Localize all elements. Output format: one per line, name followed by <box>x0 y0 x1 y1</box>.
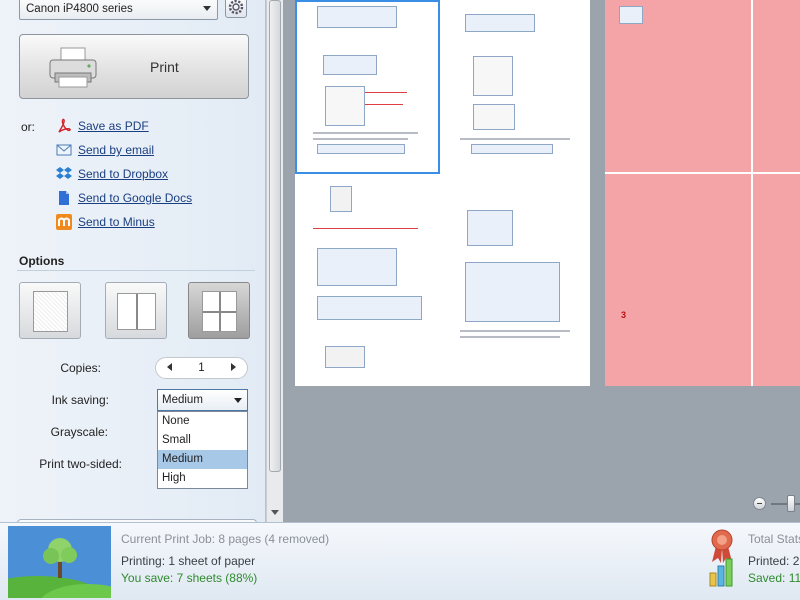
printer-select[interactable]: Canon iP4800 series <box>19 0 218 20</box>
send-by-email-label: Send by email <box>78 143 155 157</box>
page-thumbnail-screenshot <box>619 6 643 24</box>
page-thumbnail-screenshot <box>465 262 560 322</box>
ink-saving-select[interactable]: Medium <box>157 389 248 411</box>
page-thumbnail-screenshot <box>473 104 515 130</box>
printer-icon <box>49 47 97 88</box>
status-bar: Current Print Job: 8 pages (4 removed) P… <box>0 522 800 600</box>
one-page-layout-button[interactable] <box>19 282 81 339</box>
page-thumbnail-screenshot <box>325 346 365 368</box>
email-icon <box>56 144 72 156</box>
page-divider <box>605 172 800 174</box>
send-to-google-docs-label: Send to Google Docs <box>78 191 193 205</box>
printer-settings-button[interactable] <box>225 0 247 18</box>
send-by-email-link[interactable]: Send by email <box>56 141 154 159</box>
two-page-layout-icon <box>117 293 156 330</box>
copies-stepper[interactable]: 1 <box>155 357 248 379</box>
or-label: or: <box>21 120 36 134</box>
send-to-dropbox-label: Send to Dropbox <box>78 167 169 181</box>
ink-option-medium[interactable]: Medium <box>158 450 247 469</box>
page-thumbnail-screenshot <box>330 186 352 212</box>
save-as-pdf-label: Save as PDF <box>78 119 149 133</box>
page-thumbnail-screenshot <box>467 210 513 246</box>
copies-label: Copies: <box>60 361 101 375</box>
saved-count-text: Saved: 11 <box>748 571 800 585</box>
printing-text: Printing: 1 sheet of paper <box>121 554 256 568</box>
send-to-google-docs-link[interactable]: Send to Google Docs <box>56 189 192 207</box>
annotation-line <box>313 228 418 229</box>
send-to-minus-label: Send to Minus <box>78 215 155 229</box>
scroll-down-arrow-icon[interactable] <box>271 510 279 515</box>
page-number: 3 <box>621 310 627 320</box>
increment-icon[interactable] <box>231 363 236 371</box>
ink-saving-dropdown: None Small Medium High <box>157 411 248 489</box>
google-docs-icon <box>59 191 69 205</box>
one-page-layout-icon <box>33 291 68 332</box>
options-title: Options <box>19 254 65 268</box>
zoom-slider-track[interactable] <box>771 503 800 505</box>
total-stats-title: Total Stats <box>748 532 800 546</box>
panel-scrollbar[interactable] <box>266 0 283 522</box>
text-line <box>460 336 560 338</box>
page-thumbnail-screenshot <box>317 248 397 286</box>
print-preview: 3 <box>283 0 800 522</box>
four-page-layout-button[interactable] <box>188 282 250 339</box>
save-as-pdf-link[interactable]: Save as PDF <box>56 117 149 135</box>
printer-select-value: Canon iP4800 series <box>26 3 133 15</box>
pdf-icon <box>58 118 71 133</box>
send-to-dropbox-link[interactable]: Send to Dropbox <box>56 165 168 183</box>
you-save-text: You save: 7 sheets (88%) <box>121 571 258 585</box>
ink-option-high[interactable]: High <box>158 469 247 488</box>
two-page-layout-button[interactable] <box>105 282 167 339</box>
print-button[interactable]: Print <box>19 34 249 99</box>
print-button-label: Print <box>150 59 179 75</box>
grayscale-label: Grayscale: <box>50 425 108 439</box>
printed-count-text: Printed: 2 <box>748 554 800 568</box>
page-thumbnail-screenshot <box>317 296 422 320</box>
zoom-slider-knob[interactable] <box>787 495 795 512</box>
page-thumbnail-screenshot <box>473 56 513 96</box>
scrollbar-thumb[interactable] <box>269 0 281 472</box>
zoom-control[interactable] <box>753 495 800 513</box>
minus-icon <box>56 214 72 230</box>
ink-option-none[interactable]: None <box>158 412 247 431</box>
bar-stats-icon <box>709 558 733 587</box>
zoom-out-icon[interactable] <box>753 497 766 510</box>
dropbox-icon <box>56 167 72 179</box>
chevron-down-icon <box>203 6 211 11</box>
send-to-minus-link[interactable]: Send to Minus <box>56 213 155 231</box>
four-page-layout-icon <box>202 291 237 332</box>
options-divider <box>17 270 255 271</box>
text-line <box>460 138 570 140</box>
gear-icon <box>228 0 244 15</box>
page-thumbnail-screenshot <box>471 144 553 154</box>
print-options-panel: Canon iP4800 series Print or: Save as PD… <box>0 0 266 525</box>
print-two-sided-label: Print two-sided: <box>39 457 122 471</box>
ink-saving-value: Medium <box>162 394 203 406</box>
page-divider <box>751 0 753 386</box>
selected-page-frame <box>295 0 440 174</box>
text-line <box>460 330 570 332</box>
ink-saving-label: Ink saving: <box>51 393 109 407</box>
removed-page-preview[interactable]: 3 <box>605 0 800 386</box>
page-thumbnail-screenshot <box>465 14 535 32</box>
chevron-down-icon <box>234 398 242 403</box>
tree-logo-icon <box>8 526 111 598</box>
current-job-text: Current Print Job: 8 pages (4 removed) <box>121 532 330 546</box>
preview-sheet[interactable] <box>295 0 590 386</box>
ink-option-small[interactable]: Small <box>158 431 247 450</box>
